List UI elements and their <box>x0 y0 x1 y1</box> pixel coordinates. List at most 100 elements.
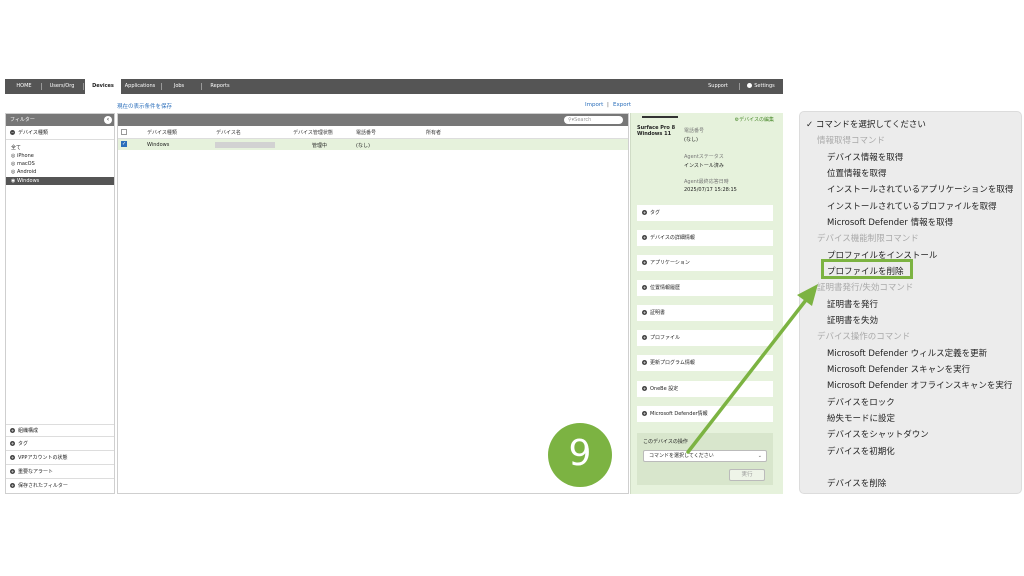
nav-separator <box>739 83 740 90</box>
filter-section-saved[interactable]: + 保存されたフィルター <box>6 480 114 493</box>
top-nav-bar: HOME Users/Org Devices Applications Jobs… <box>5 79 783 94</box>
nav-applications[interactable]: Applications <box>123 79 157 94</box>
nav-jobs[interactable]: Jobs <box>165 79 193 94</box>
device-name: Surface Pro 8 Windows 11 <box>637 125 675 137</box>
column-header-owner[interactable]: 所有者 <box>426 129 441 136</box>
filter-section-tag[interactable]: + タグ <box>6 438 114 451</box>
nav-support[interactable]: Support <box>703 79 733 94</box>
nav-home[interactable]: HOME <box>9 79 39 94</box>
execute-button[interactable]: 実行 <box>729 469 765 481</box>
detail-section-label: Microsoft Defender情報 <box>650 411 708 417</box>
menu-item[interactable]: デバイスをロック <box>827 396 895 408</box>
table-row[interactable]: ✓ Windows 管理中 (なし) <box>118 139 628 150</box>
plus-icon: + <box>10 469 15 474</box>
menu-item[interactable]: デバイスを初期化 <box>827 445 895 457</box>
menu-item[interactable]: デバイス情報を取得 <box>827 151 903 163</box>
menu-group-header: 証明書発行/失効コマンド <box>817 283 914 293</box>
link-separator: | <box>607 102 609 108</box>
detail-section-applications[interactable]: + アプリケーション <box>637 255 773 271</box>
menu-item[interactable]: 証明書を失効 <box>827 314 878 326</box>
nav-devices[interactable]: Devices <box>85 79 121 94</box>
detail-section-label: 証明書 <box>650 310 666 316</box>
detail-section-label: タグ <box>650 210 661 216</box>
filter-option-label: Windows <box>16 178 40 184</box>
filter-section-alerts[interactable]: + 重要なアラート <box>6 466 114 479</box>
cell-phone: (なし) <box>356 143 370 149</box>
filter-section-label: デバイス種類 <box>18 130 48 136</box>
select-all-checkbox[interactable] <box>121 129 127 135</box>
filter-option-iphone[interactable]: ◎ iPhone <box>9 152 114 160</box>
detail-section-tag[interactable]: + タグ <box>637 205 773 221</box>
menu-item[interactable]: インストールされているアプリケーションを取得 <box>827 183 1013 195</box>
filter-header: フィルター ‹ <box>6 114 114 126</box>
import-link[interactable]: Import <box>585 102 603 108</box>
filter-option-all[interactable]: 全て <box>9 144 114 152</box>
agent-status-label: Agentステータス <box>684 154 724 160</box>
filter-option-label: iPhone <box>16 153 34 159</box>
detail-section-updates[interactable]: + 更新プログラム情報 <box>637 355 773 371</box>
menu-group-header: デバイス機能制限コマンド <box>817 234 919 244</box>
highlight-box <box>821 259 913 279</box>
menu-item[interactable]: デバイスをシャットダウン <box>827 428 929 440</box>
collapse-icon[interactable]: ‹ <box>104 116 112 124</box>
nav-separator <box>201 83 202 90</box>
row-checkbox[interactable]: ✓ <box>121 141 127 147</box>
filter-section-vpp[interactable]: + VPPアカウントの状態 <box>6 452 114 465</box>
export-link[interactable]: Export <box>613 102 631 108</box>
detail-section-device-info[interactable]: + デバイスの詳細情報 <box>637 230 773 246</box>
nav-reports[interactable]: Reports <box>205 79 235 94</box>
phone-label: 電話番号 <box>684 128 705 134</box>
nav-settings[interactable]: Settings <box>743 79 779 94</box>
filter-option-macos[interactable]: ◎ macOS <box>9 160 114 168</box>
filter-section-label: VPPアカウントの状態 <box>18 455 68 461</box>
column-header-device-name[interactable]: デバイス名 <box>216 129 241 136</box>
plus-icon: + <box>642 235 647 240</box>
plus-icon: + <box>642 260 647 265</box>
detail-section-defender[interactable]: + Microsoft Defender情報 <box>637 406 773 422</box>
device-image <box>642 116 678 118</box>
plus-icon: + <box>10 455 15 460</box>
menu-item[interactable]: Microsoft Defender オフラインスキャンを実行 <box>827 379 1012 391</box>
detail-section-profiles[interactable]: + プロファイル <box>637 330 773 346</box>
plus-icon: + <box>642 335 647 340</box>
plus-icon: + <box>10 428 15 433</box>
column-header-phone[interactable]: 電話番号 <box>356 129 376 136</box>
step-badge: 9 <box>548 423 612 487</box>
plus-icon: + <box>642 386 647 391</box>
filter-section-org[interactable]: + 組織構成 <box>6 424 114 437</box>
detail-section-certificates[interactable]: + 証明書 <box>637 305 773 321</box>
menu-item[interactable]: Microsoft Defender 情報を取得 <box>827 216 953 228</box>
menu-item[interactable]: デバイスを削除 <box>827 477 886 489</box>
step-number: 9 <box>568 433 592 474</box>
column-header-management-state[interactable]: デバイス管理状態 <box>293 129 333 136</box>
menu-item-selected[interactable]: ✓ コマンドを選択してください <box>806 118 926 130</box>
filter-section-label: タグ <box>18 441 29 447</box>
edit-device-link[interactable]: ⚙デバイスの編集 <box>735 116 774 123</box>
detail-section-label: 更新プログラム情報 <box>650 360 695 366</box>
filter-option-windows[interactable]: ◉ Windows <box>6 177 114 185</box>
search-input[interactable]: ⚲▾Search <box>564 116 623 124</box>
list-toolbar: ⚲▾Search <box>118 114 628 126</box>
plus-icon: + <box>642 310 647 315</box>
command-select[interactable]: コマンドを選択してください ⌄ <box>643 450 767 462</box>
nav-separator <box>83 83 84 90</box>
column-header-device-type[interactable]: デバイス種類 <box>147 129 177 136</box>
menu-item[interactable]: 位置情報を取得 <box>827 167 887 179</box>
chevron-down-icon: ⌄ <box>757 453 762 459</box>
save-filter-link[interactable]: 現在の表示条件を保存 <box>117 102 172 110</box>
detail-section-location-history[interactable]: + 位置情報履歴 <box>637 280 773 296</box>
agent-last-value: 2025/07/17 15:28:15 <box>684 187 737 193</box>
menu-item[interactable]: Microsoft Defender スキャンを実行 <box>827 363 970 375</box>
gear-icon <box>747 83 753 88</box>
menu-item[interactable]: 証明書を発行 <box>827 298 878 310</box>
device-command-box: このデバイスの操作 コマンドを選択してください ⌄ 実行 <box>637 433 773 485</box>
menu-item[interactable]: 紛失モードに設定 <box>827 412 895 424</box>
menu-item[interactable]: Microsoft Defender ウィルス定義を更新 <box>827 347 987 359</box>
filter-section-device-type[interactable]: − デバイス種類 <box>6 127 114 140</box>
detail-section-label: 位置情報履歴 <box>650 285 681 291</box>
filter-section-label: 組織構成 <box>18 428 39 434</box>
filter-option-android[interactable]: ◎ Android <box>9 168 114 176</box>
nav-users-org[interactable]: Users/Org <box>43 79 81 94</box>
menu-item[interactable]: インストールされているプロファイルを取得 <box>827 200 997 212</box>
detail-section-onebe[interactable]: + OneBe 設定 <box>637 381 773 397</box>
